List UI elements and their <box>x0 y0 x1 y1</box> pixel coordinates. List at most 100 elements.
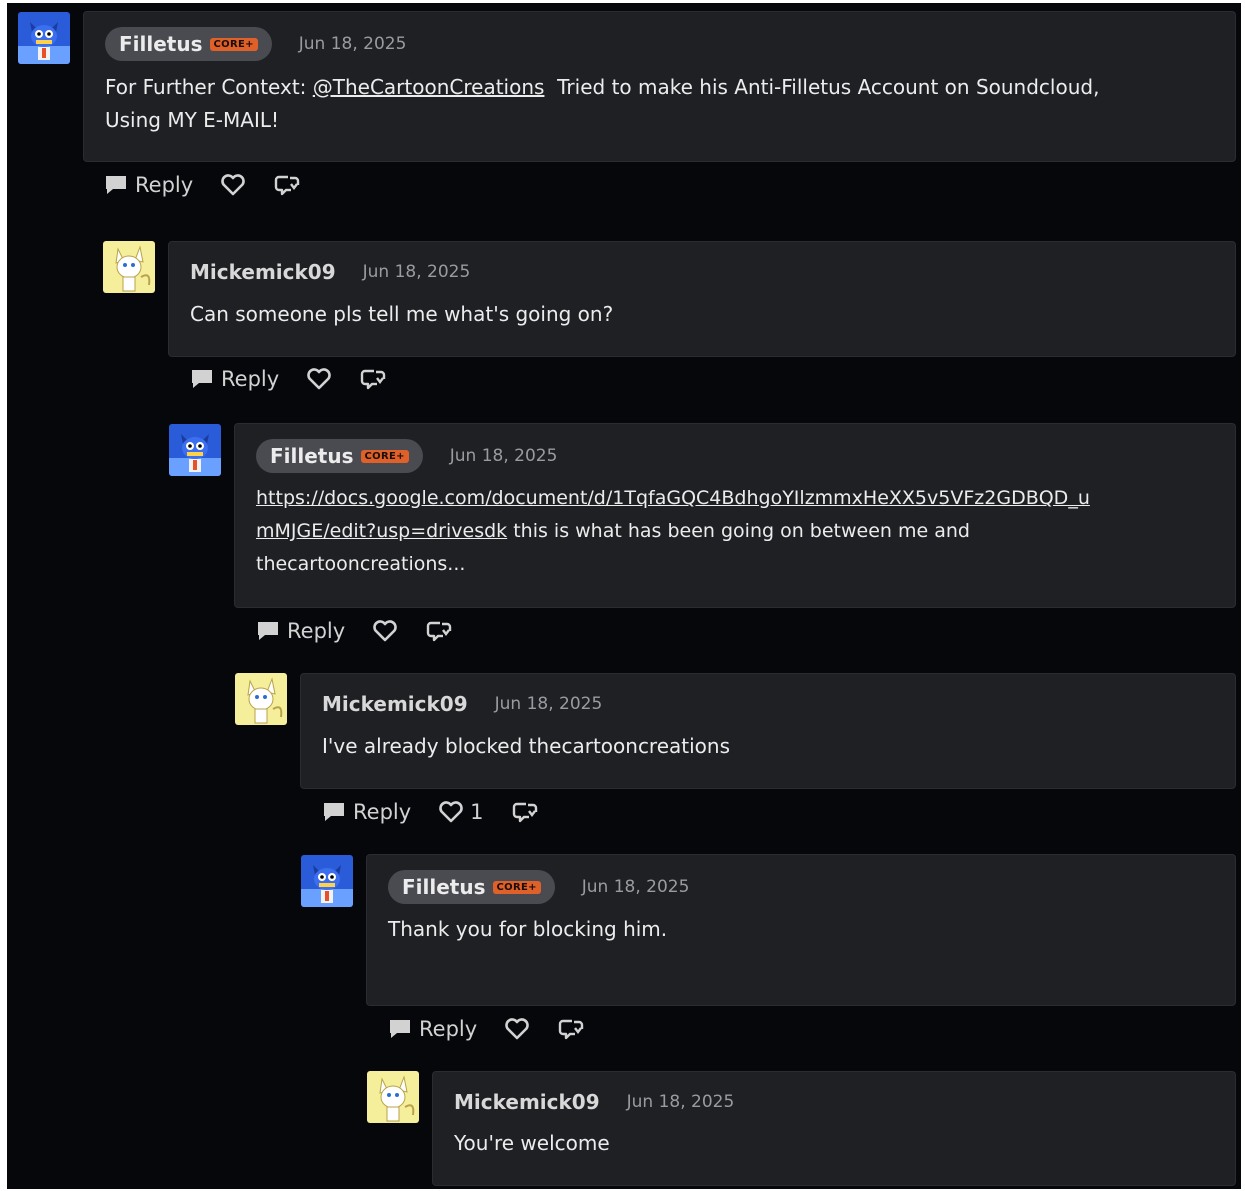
avatar-filletus[interactable] <box>18 12 70 64</box>
comment-body-line: For Further Context: @TheCartoonCreation… <box>105 71 1099 104</box>
username[interactable]: Filletus <box>270 444 354 468</box>
fox-avatar-icon <box>235 673 287 725</box>
repost-icon <box>426 621 452 642</box>
comment-text: I've already blocked thecartooncreations <box>322 734 731 758</box>
username-pill[interactable]: Filletus CORE+ <box>105 27 272 61</box>
comment-filletus-2: Filletus CORE+ Jun 18, 2025 https://docs… <box>7 421 1241 656</box>
avatar-mickemick[interactable] <box>103 241 155 293</box>
avatar-mickemick[interactable] <box>235 673 287 725</box>
reply-label: Reply <box>135 173 194 197</box>
comment-text: this is what has been going on between m… <box>507 520 970 542</box>
comment-card: Mickemick09 Jun 18, 2025 I've already bl… <box>300 673 1236 789</box>
repost-icon <box>512 802 537 823</box>
comment-mickemick-2: Mickemick09 Jun 18, 2025 I've already bl… <box>7 671 1241 841</box>
comment-mickemick-1: Mickemick09 Jun 18, 2025 Can someone pls… <box>7 238 1241 403</box>
comment-header: Filletus CORE+ Jun 18, 2025 <box>105 27 406 61</box>
comment-header: Mickemick09 Jun 18, 2025 <box>454 1090 734 1114</box>
avatar-filletus[interactable] <box>301 855 353 907</box>
like-button[interactable] <box>504 1017 530 1041</box>
core-plus-badge: CORE+ <box>492 880 541 894</box>
comment-date: Jun 18, 2025 <box>626 1092 735 1112</box>
username[interactable]: Filletus <box>119 32 203 56</box>
repost-icon <box>360 369 386 390</box>
repost-button[interactable] <box>511 800 539 824</box>
core-plus-badge: CORE+ <box>209 37 258 51</box>
google-doc-link[interactable]: https://docs.google.com/document/d/1Tqfa… <box>256 482 1090 515</box>
comment-body: I've already blocked thecartooncreations <box>322 730 730 763</box>
repost-button[interactable] <box>273 173 301 197</box>
comment-body: https://docs.google.com/document/d/1Tqfa… <box>256 482 1090 581</box>
user-mention-link[interactable]: @TheCartoonCreations <box>313 75 545 99</box>
comment-text: You're welcome <box>454 1131 610 1155</box>
fox-avatar-icon <box>367 1071 419 1123</box>
comment-text: thecartooncreations... <box>256 553 466 575</box>
reply-button[interactable]: Reply <box>256 619 345 643</box>
like-count: 1 <box>470 800 484 824</box>
comment-text: Thank you for blocking him. <box>388 917 668 941</box>
like-button[interactable] <box>372 619 398 643</box>
fox-avatar-icon <box>103 241 155 293</box>
like-button[interactable]: 1 <box>438 800 484 824</box>
speech-bubble-icon <box>106 176 126 194</box>
comment-date: Jun 18, 2025 <box>362 262 471 282</box>
repost-button[interactable] <box>359 367 387 391</box>
cat-avatar-icon <box>169 424 221 476</box>
comment-text: Can someone pls tell me what's going on? <box>190 302 614 326</box>
repost-button[interactable] <box>557 1017 585 1041</box>
comment-date: Jun 18, 2025 <box>298 34 407 54</box>
comment-header: Mickemick09 Jun 18, 2025 <box>190 260 470 284</box>
avatar-filletus[interactable] <box>169 424 221 476</box>
reply-button[interactable]: Reply <box>190 367 279 391</box>
comment-mickemick-3: Mickemick09 Jun 18, 2025 You're welcome <box>7 1069 1241 1189</box>
comment-filletus-3: Filletus CORE+ Jun 18, 2025 Thank you fo… <box>7 852 1241 1057</box>
username-pill[interactable]: Filletus CORE+ <box>256 439 423 473</box>
comment-actions: Reply 1 <box>322 800 539 824</box>
comment-actions: Reply <box>104 173 301 197</box>
comment-text: Tried to make his Anti-Filletus Account … <box>544 75 1100 99</box>
heart-icon <box>373 620 397 642</box>
comment-date: Jun 18, 2025 <box>494 694 603 714</box>
heart-icon <box>307 368 331 390</box>
reply-label: Reply <box>221 367 280 391</box>
reply-label: Reply <box>353 800 412 824</box>
username[interactable]: Mickemick09 <box>190 260 336 284</box>
comment-card: Filletus CORE+ Jun 18, 2025 Thank you fo… <box>366 854 1236 1006</box>
comment-header: Mickemick09 Jun 18, 2025 <box>322 692 602 716</box>
comment-thread: Filletus CORE+ Jun 18, 2025 For Further … <box>7 3 1241 1189</box>
google-doc-link[interactable]: mMJGE/edit?usp=drivesdk <box>256 520 507 542</box>
reply-button[interactable]: Reply <box>104 173 193 197</box>
username[interactable]: Filletus <box>402 875 486 899</box>
reply-label: Reply <box>287 619 346 643</box>
comment-text: For Further Context: <box>105 75 313 99</box>
comment-date: Jun 18, 2025 <box>449 446 558 466</box>
comment-text: Using MY E-MAIL! <box>105 108 280 132</box>
heart-icon <box>221 174 245 196</box>
reply-button[interactable]: Reply <box>322 800 411 824</box>
comment-card: Filletus CORE+ Jun 18, 2025 For Further … <box>83 11 1236 162</box>
comment-date: Jun 18, 2025 <box>581 877 690 897</box>
reply-button[interactable]: Reply <box>388 1017 477 1041</box>
like-button[interactable] <box>306 367 332 391</box>
cat-avatar-icon <box>18 12 70 64</box>
username[interactable]: Mickemick09 <box>454 1090 600 1114</box>
comment-body-line: mMJGE/edit?usp=drivesdk this is what has… <box>256 515 1090 548</box>
like-button[interactable] <box>220 173 246 197</box>
comment-filletus-1: Filletus CORE+ Jun 18, 2025 For Further … <box>7 3 1241 213</box>
speech-bubble-icon <box>258 622 278 640</box>
repost-button[interactable] <box>425 619 453 643</box>
username[interactable]: Mickemick09 <box>322 692 468 716</box>
comment-body: Can someone pls tell me what's going on? <box>190 298 613 331</box>
repost-icon <box>558 1019 584 1040</box>
username-pill[interactable]: Filletus CORE+ <box>388 870 555 904</box>
comment-actions: Reply <box>256 619 453 643</box>
comment-actions: Reply <box>388 1017 585 1041</box>
speech-bubble-icon <box>324 803 344 821</box>
comment-card: Filletus CORE+ Jun 18, 2025 https://docs… <box>234 423 1236 608</box>
avatar-mickemick[interactable] <box>367 1071 419 1123</box>
repost-icon <box>274 175 300 196</box>
heart-icon <box>505 1018 529 1040</box>
speech-bubble-icon <box>192 370 212 388</box>
comment-body: For Further Context: @TheCartoonCreation… <box>105 71 1099 137</box>
speech-bubble-icon <box>390 1020 410 1038</box>
comment-body: You're welcome <box>454 1127 610 1160</box>
